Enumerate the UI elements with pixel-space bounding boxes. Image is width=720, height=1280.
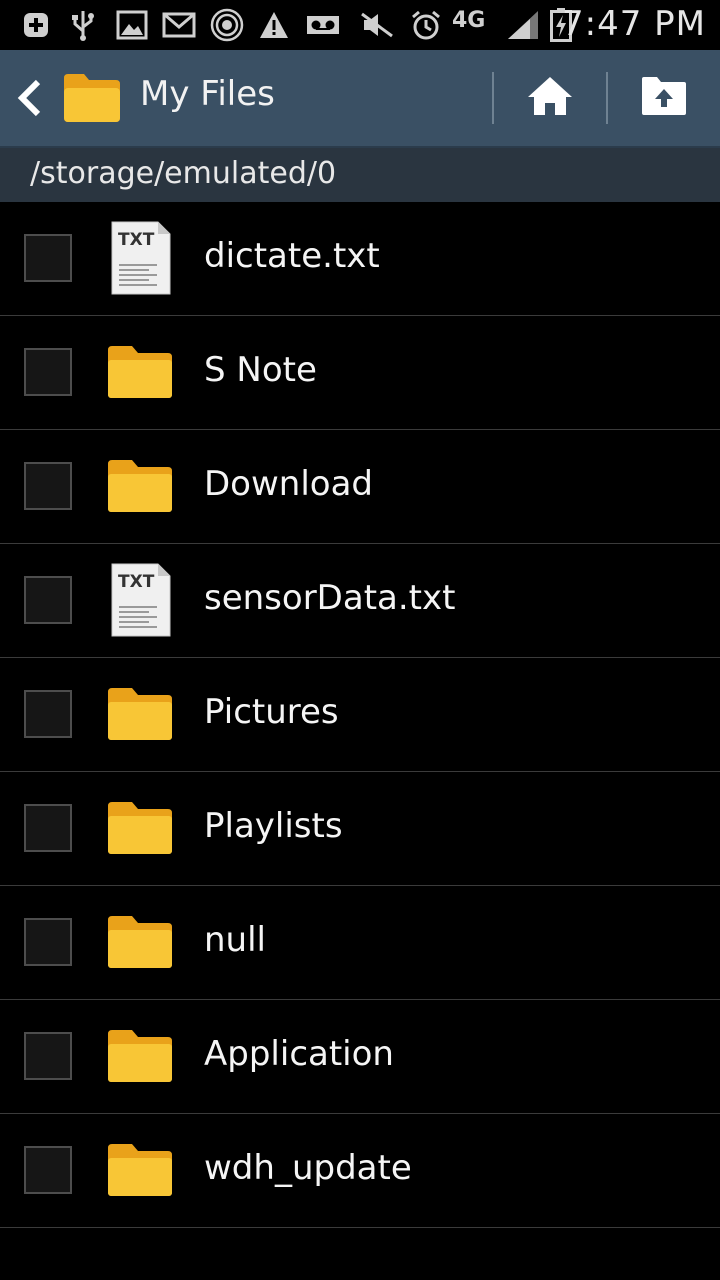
gmail-icon [162,9,196,41]
alarm-icon [410,9,442,41]
status-bar: 4G 7:47 PM [0,0,720,50]
select-checkbox[interactable] [24,1146,72,1194]
txt-file-icon: TXT [104,220,176,295]
folder-icon [104,678,176,750]
folder-icon [104,450,176,522]
list-item[interactable]: null [0,886,720,1000]
divider [492,72,494,124]
folder-icon [104,906,176,978]
path-text: /storage/emulated/0 [30,156,337,191]
voicemail-icon [306,9,340,41]
list-item[interactable]: Pictures [0,658,720,772]
list-item[interactable]: wdh_update [0,1114,720,1228]
list-item[interactable]: Download [0,430,720,544]
action-bar: My Files [0,50,720,148]
status-time: 7:47 PM [562,4,706,44]
nfc-icon [210,8,244,42]
warning-icon [258,9,290,41]
upload-folder-button[interactable] [626,66,702,130]
folder-icon [104,1020,176,1092]
select-checkbox[interactable] [24,1032,72,1080]
file-name: dictate.txt [204,236,380,276]
txt-badge: TXT [118,572,155,592]
network-4g-icon: 4G [452,7,486,33]
select-checkbox[interactable] [24,348,72,396]
file-name: Application [204,1034,394,1074]
file-name: Playlists [204,806,343,846]
select-checkbox[interactable] [24,690,72,738]
signal-icon [506,9,540,41]
select-checkbox[interactable] [24,462,72,510]
select-checkbox[interactable] [24,918,72,966]
divider [606,72,608,124]
file-list: TXT dictate.txt S Note Download TXT sensorDat… [0,202,720,1228]
home-icon [526,75,574,121]
folder-icon [104,792,176,864]
breadcrumb: /storage/emulated/0 [0,148,720,202]
home-button[interactable] [512,66,588,130]
list-item[interactable]: TXT sensorData.txt [0,544,720,658]
mute-icon [360,9,394,41]
back-button[interactable] [12,74,48,122]
select-checkbox[interactable] [24,804,72,852]
file-name: null [204,920,266,960]
txt-badge: TXT [118,230,155,250]
file-name: Pictures [204,692,339,732]
back-icon [12,79,48,126]
add-icon [22,9,50,41]
file-name: Download [204,464,374,504]
folder-icon [62,72,122,124]
list-item[interactable]: S Note [0,316,720,430]
image-icon [116,9,148,41]
list-item[interactable]: TXT dictate.txt [0,202,720,316]
folder-icon [104,336,176,408]
page-title: My Files [140,74,275,114]
list-item[interactable]: Application [0,1000,720,1114]
folder-icon [104,1134,176,1206]
file-name: sensorData.txt [204,578,456,618]
select-checkbox[interactable] [24,576,72,624]
select-checkbox[interactable] [24,234,72,282]
usb-icon [70,9,96,41]
upload-folder-icon [640,75,688,121]
txt-file-icon: TXT [104,562,176,637]
file-name: wdh_update [204,1148,412,1188]
list-item[interactable]: Playlists [0,772,720,886]
file-name: S Note [204,350,317,390]
